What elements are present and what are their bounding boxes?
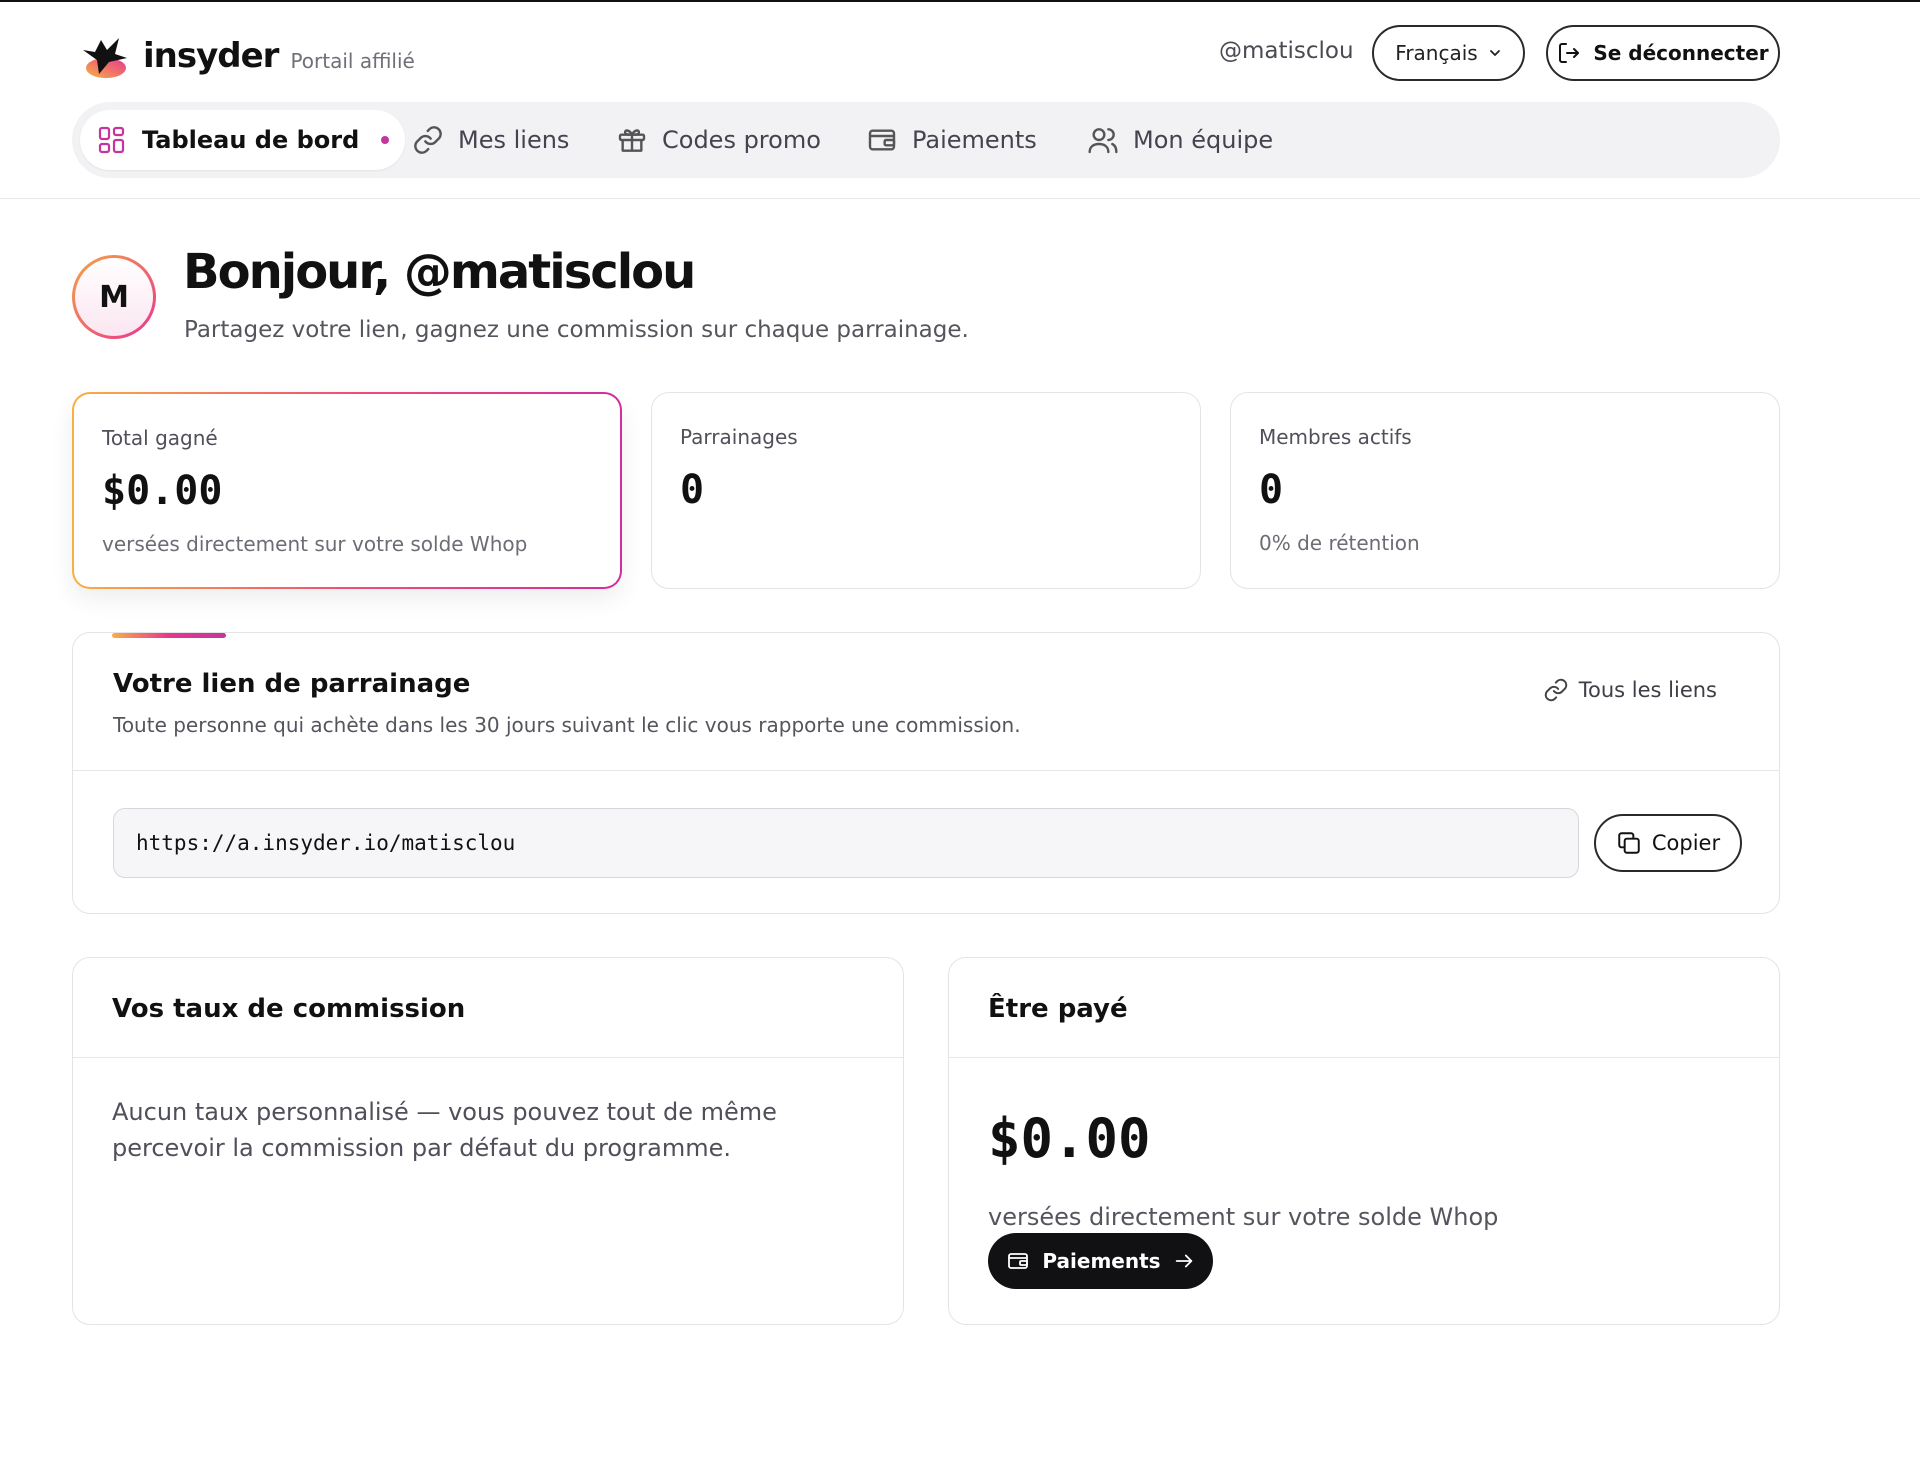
brand[interactable]: insyder Portail affilié: [79, 32, 415, 80]
wallet-icon: [1006, 1249, 1030, 1273]
payout-note: versées directement sur votre solde Whop: [988, 1203, 1499, 1231]
stat-label: Membres actifs: [1259, 425, 1412, 449]
gift-icon: [616, 124, 648, 156]
all-links-label: Tous les liens: [1578, 678, 1717, 702]
brand-subtitle: Portail affilié: [290, 49, 415, 73]
stat-card-total-earned: Total gagné $0.00 versées directement su…: [72, 392, 622, 589]
wallet-icon: [866, 124, 898, 156]
stat-label: Total gagné: [102, 426, 218, 450]
arrow-right-icon: [1173, 1250, 1195, 1272]
avatar-letter: M: [75, 258, 153, 336]
payments-button-label: Paiements: [1042, 1249, 1161, 1273]
nav-label-dashboard: Tableau de bord: [142, 126, 360, 154]
card-title: Vos taux de commission: [73, 958, 903, 1058]
users-icon: [1087, 124, 1119, 156]
page-title: Bonjour, @matisclou: [183, 244, 696, 300]
user-handle: @matisclou: [1219, 38, 1354, 64]
referral-description: Toute personne qui achète dans les 30 jo…: [113, 713, 1021, 737]
nav-tab-payments[interactable]: Paiements: [850, 110, 1053, 170]
copy-icon: [1616, 830, 1642, 856]
stat-value: 0: [680, 467, 705, 513]
insyder-logo-icon: [79, 32, 129, 80]
brand-name: insyder: [143, 36, 279, 76]
get-paid-card: Être payé $0.00 versées directement sur …: [948, 957, 1780, 1325]
page-subtitle: Partagez votre lien, gagnez une commissi…: [184, 317, 969, 343]
logout-icon: [1557, 41, 1581, 65]
nav-label-promo-codes: Codes promo: [662, 126, 821, 154]
chevron-down-icon: [1488, 46, 1502, 60]
referral-link-card: Votre lien de parrainage Toute personne …: [72, 632, 1780, 914]
grid-icon: [96, 124, 128, 156]
commission-body: Aucun taux personnalisé — vous pouvez to…: [112, 1098, 777, 1162]
language-label: Français: [1395, 41, 1478, 65]
payments-button[interactable]: Paiements: [988, 1233, 1213, 1289]
active-indicator-dot: [381, 136, 390, 144]
stat-note: versées directement sur votre solde Whop: [102, 532, 528, 556]
nav-label-team: Mon équipe: [1133, 126, 1274, 154]
top-header: insyder Portail affilié @matisclou Franç…: [0, 2, 1920, 199]
referral-card-header: Votre lien de parrainage Toute personne …: [73, 633, 1779, 771]
language-select[interactable]: Français: [1372, 25, 1525, 81]
nav-label-payments: Paiements: [912, 126, 1037, 154]
nav-label-links: Mes liens: [458, 126, 570, 154]
copy-button[interactable]: Copier: [1594, 814, 1742, 872]
stat-card-active-members: Membres actifs 0 0% de rétention: [1230, 392, 1780, 589]
stat-label: Parrainages: [680, 425, 798, 449]
logout-label: Se déconnecter: [1593, 41, 1769, 65]
stat-note: 0% de rétention: [1259, 531, 1420, 555]
all-links-link[interactable]: Tous les liens: [1543, 677, 1717, 703]
stat-value: $0.00: [102, 468, 223, 514]
nav-tab-links[interactable]: Mes liens: [396, 110, 585, 170]
avatar: M: [72, 255, 156, 339]
referral-url-field[interactable]: https://a.insyder.io/matisclou: [113, 808, 1579, 878]
payout-amount: $0.00: [988, 1107, 1151, 1170]
main-nav: Tableau de bord Mes liens Codes promo Pa…: [72, 102, 1780, 178]
copy-label: Copier: [1651, 831, 1721, 855]
stat-card-referrals: Parrainages 0: [651, 392, 1201, 589]
card-title: Être payé: [949, 958, 1779, 1058]
nav-tab-dashboard[interactable]: Tableau de bord: [80, 110, 406, 170]
stat-value: 0: [1259, 467, 1284, 513]
link-icon: [412, 124, 444, 156]
nav-tab-promo-codes[interactable]: Codes promo: [600, 110, 837, 170]
referral-title: Votre lien de parrainage: [113, 669, 471, 699]
commission-rates-card: Vos taux de commission Aucun taux person…: [72, 957, 904, 1325]
nav-tab-team[interactable]: Mon équipe: [1071, 110, 1289, 170]
link-icon: [1543, 677, 1569, 703]
logout-button[interactable]: Se déconnecter: [1546, 25, 1780, 81]
